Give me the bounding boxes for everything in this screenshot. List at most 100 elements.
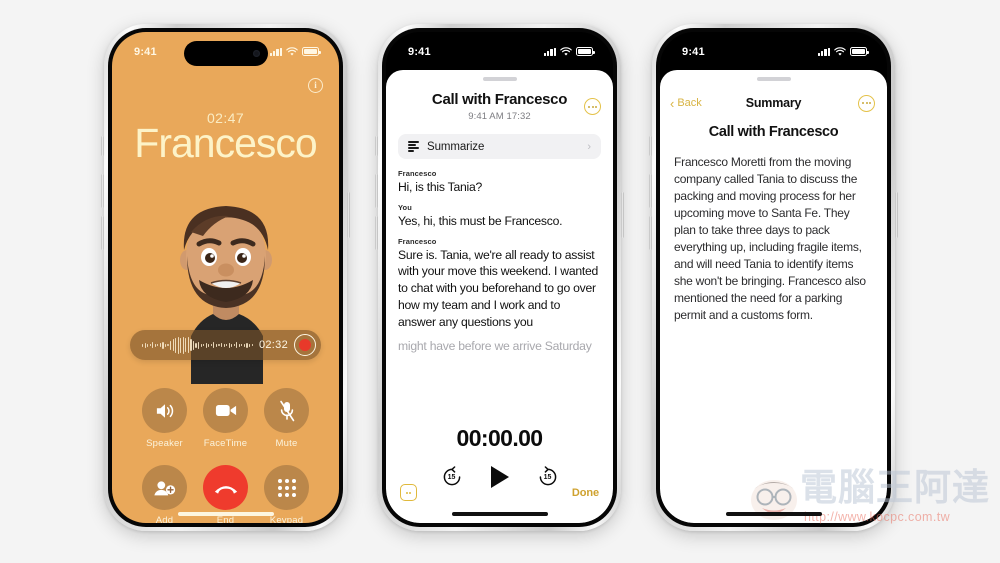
cellular-signal-icon bbox=[817, 47, 830, 56]
transcript-entry: You Yes, hi, this must be Francesco. bbox=[398, 203, 601, 230]
facetime-label: FaceTime bbox=[203, 438, 248, 449]
summary-screen: 9:41 ‹ Back Summary Call with Francesco … bbox=[660, 32, 887, 523]
back-button[interactable]: ‹ Back bbox=[670, 97, 702, 110]
stop-recording-button[interactable] bbox=[294, 334, 316, 356]
playback-elapsed: 00:00.00 bbox=[456, 425, 544, 451]
back-label: Back bbox=[677, 97, 702, 109]
summarize-button[interactable]: Summarize › bbox=[398, 134, 601, 159]
status-indicators bbox=[543, 46, 595, 57]
speaker-label: Francesco bbox=[398, 236, 437, 246]
utterance-text: Sure is. Tania, we're all ready to assis… bbox=[398, 247, 599, 329]
cellular-signal-icon bbox=[269, 47, 282, 56]
status-indicators bbox=[817, 46, 869, 57]
volume-down-button[interactable] bbox=[649, 216, 652, 250]
keypad-label: Keypad bbox=[269, 515, 304, 523]
power-button[interactable] bbox=[347, 192, 350, 238]
mute-label: Mute bbox=[275, 438, 298, 449]
transcript-entry: Francesco Hi, is this Tania? bbox=[398, 169, 601, 196]
volume-up-button[interactable] bbox=[649, 174, 652, 208]
volume-up-button[interactable] bbox=[375, 174, 378, 208]
audio-player: 00:00.00 15 15 bbox=[386, 425, 613, 488]
recording-duration: 02:32 bbox=[258, 339, 288, 351]
wifi-icon bbox=[834, 46, 846, 56]
transcript-list: Francesco Hi, is this Tania? You Yes, hi… bbox=[386, 159, 613, 355]
chevron-right-icon: › bbox=[587, 140, 591, 153]
home-indicator[interactable] bbox=[177, 512, 274, 516]
screenshot-stage: 9:41 i 02:47 Francesco 02:32 Speaker Fac… bbox=[0, 0, 1000, 563]
phone-3-bezel: 9:41 ‹ Back Summary Call with Francesco … bbox=[656, 28, 891, 527]
power-button[interactable] bbox=[621, 192, 624, 238]
utterance-text: Hi, is this Tania? bbox=[398, 180, 483, 194]
sheet-footer: Done bbox=[386, 484, 613, 501]
caller-name: Francesco bbox=[134, 120, 317, 166]
summarize-label: Summarize bbox=[427, 140, 485, 153]
front-camera-icon bbox=[252, 50, 260, 57]
battery-icon bbox=[302, 47, 321, 56]
home-indicator[interactable] bbox=[725, 512, 822, 516]
volume-down-button[interactable] bbox=[101, 216, 104, 250]
power-button[interactable] bbox=[895, 192, 898, 238]
status-indicators bbox=[269, 46, 321, 57]
end-label: End bbox=[216, 515, 235, 523]
mute-switch[interactable] bbox=[375, 136, 378, 156]
video-camera-icon bbox=[203, 388, 248, 433]
mute-switch[interactable] bbox=[649, 136, 652, 156]
wifi-icon bbox=[286, 46, 298, 56]
cellular-signal-icon bbox=[543, 47, 556, 56]
navigation-bar: ‹ Back Summary bbox=[660, 89, 887, 117]
mute-button[interactable]: Mute bbox=[264, 388, 309, 449]
wifi-icon bbox=[560, 46, 572, 56]
volume-down-button[interactable] bbox=[375, 216, 378, 250]
summary-sheet: ‹ Back Summary Call with Francesco Franc… bbox=[660, 70, 887, 523]
keypad-icon bbox=[264, 465, 309, 510]
dynamic-island bbox=[731, 41, 816, 66]
speaker-label: Speaker bbox=[146, 438, 183, 449]
phone-1-call: 9:41 i 02:47 Francesco 02:32 Speaker Fac… bbox=[101, 24, 350, 531]
volume-up-button[interactable] bbox=[101, 174, 104, 208]
call-controls-grid: Speaker FaceTime Mute Add End Keypad bbox=[134, 388, 317, 523]
page-title: Summary bbox=[745, 96, 802, 110]
chevron-left-icon: ‹ bbox=[670, 95, 675, 111]
speaker-button[interactable]: Speaker bbox=[142, 388, 187, 449]
status-time: 9:41 bbox=[134, 45, 157, 58]
facetime-button[interactable]: FaceTime bbox=[203, 388, 248, 449]
mute-switch[interactable] bbox=[101, 136, 104, 156]
sheet-grabber[interactable] bbox=[756, 77, 791, 81]
call-info-button[interactable]: i bbox=[308, 78, 323, 93]
chat-bubble-icon[interactable] bbox=[400, 484, 417, 501]
battery-icon bbox=[576, 47, 595, 56]
sheet-timestamp: 9:41 AM 17:32 bbox=[468, 111, 531, 122]
utterance-text: Yes, hi, this must be Francesco. bbox=[398, 213, 563, 228]
call-recording-bar[interactable]: 02:32 bbox=[130, 330, 321, 360]
dynamic-island bbox=[457, 41, 542, 66]
more-options-button[interactable] bbox=[858, 94, 875, 112]
speaker-label: Francesco bbox=[398, 169, 437, 178]
summarize-lines-icon bbox=[408, 140, 419, 153]
add-label: Add bbox=[155, 515, 174, 523]
done-button[interactable]: Done bbox=[572, 487, 599, 499]
waveform-visualizer bbox=[142, 336, 253, 354]
home-indicator[interactable] bbox=[451, 512, 548, 516]
speaker-label: You bbox=[398, 202, 412, 212]
microphone-muted-icon bbox=[264, 388, 309, 433]
phone-2-bezel: 9:41 Call with Francesco 9:41 AM 17:32 S… bbox=[382, 28, 617, 527]
utterance-text-faded: might have before we arrive Saturday bbox=[398, 338, 592, 353]
summary-heading: Call with Francesco bbox=[708, 124, 839, 140]
call-screen: 9:41 i 02:47 Francesco 02:32 Speaker Fac… bbox=[112, 32, 339, 523]
sheet-title: Call with Francesco bbox=[431, 91, 568, 108]
sheet-grabber[interactable] bbox=[482, 77, 517, 81]
phone-1-bezel: 9:41 i 02:47 Francesco 02:32 Speaker Fac… bbox=[108, 28, 343, 527]
phone-2-transcript: 9:41 Call with Francesco 9:41 AM 17:32 S… bbox=[375, 24, 624, 531]
transcript-screen: 9:41 Call with Francesco 9:41 AM 17:32 S… bbox=[386, 32, 613, 523]
add-person-icon bbox=[142, 465, 187, 510]
end-call-icon bbox=[203, 465, 248, 510]
more-options-button[interactable] bbox=[584, 98, 601, 115]
battery-icon bbox=[850, 47, 869, 56]
transcript-entry: Francesco Sure is. Tania, we're all read… bbox=[398, 237, 601, 355]
status-time: 9:41 bbox=[682, 45, 705, 58]
transcript-sheet: Call with Francesco 9:41 AM 17:32 Summar… bbox=[386, 70, 613, 523]
status-time: 9:41 bbox=[408, 45, 431, 58]
speaker-icon bbox=[142, 388, 187, 433]
phone-3-summary: 9:41 ‹ Back Summary Call with Francesco … bbox=[649, 24, 898, 531]
summary-body-text: Francesco Moretti from the moving compan… bbox=[674, 155, 866, 323]
